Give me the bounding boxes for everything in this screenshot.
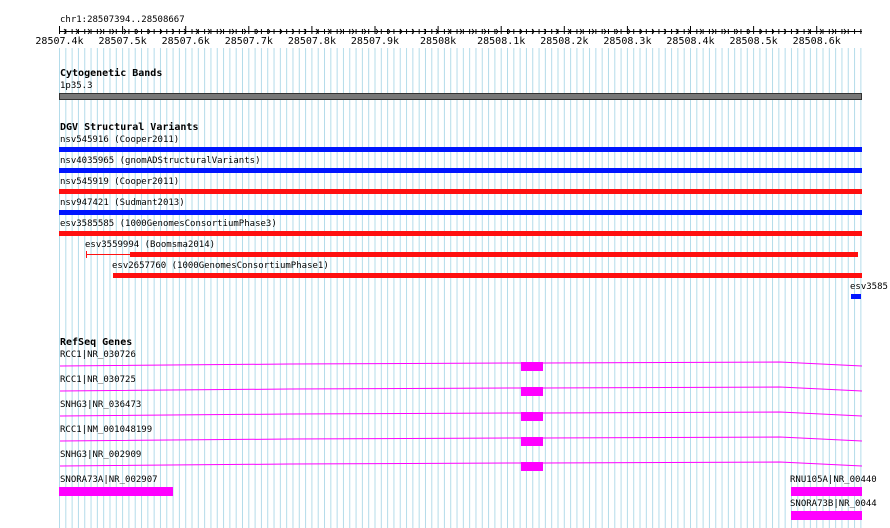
gene-feature[interactable]: [791, 487, 862, 496]
gene-label[interactable]: SNORA73A|NR_002907: [60, 475, 158, 486]
gene-intron-line: [59, 386, 863, 392]
gene-feature[interactable]: [791, 511, 862, 520]
gene-exon: [521, 412, 543, 421]
gene-feature[interactable]: [59, 487, 173, 496]
gene-models[interactable]: [0, 0, 890, 528]
gene-exon: [521, 362, 543, 371]
gene-intron-line: [59, 436, 863, 442]
gene-exon: [521, 462, 543, 471]
gene-exon: [521, 387, 543, 396]
gene-label[interactable]: RNU105A|NR_00440: [790, 475, 877, 486]
gene-intron-line: [59, 461, 863, 467]
gene-exon: [521, 437, 543, 446]
gene-intron-line: [59, 361, 863, 367]
gene-intron-line: [59, 411, 863, 417]
gene-label[interactable]: SNORA73B|NR_0044: [790, 499, 877, 510]
